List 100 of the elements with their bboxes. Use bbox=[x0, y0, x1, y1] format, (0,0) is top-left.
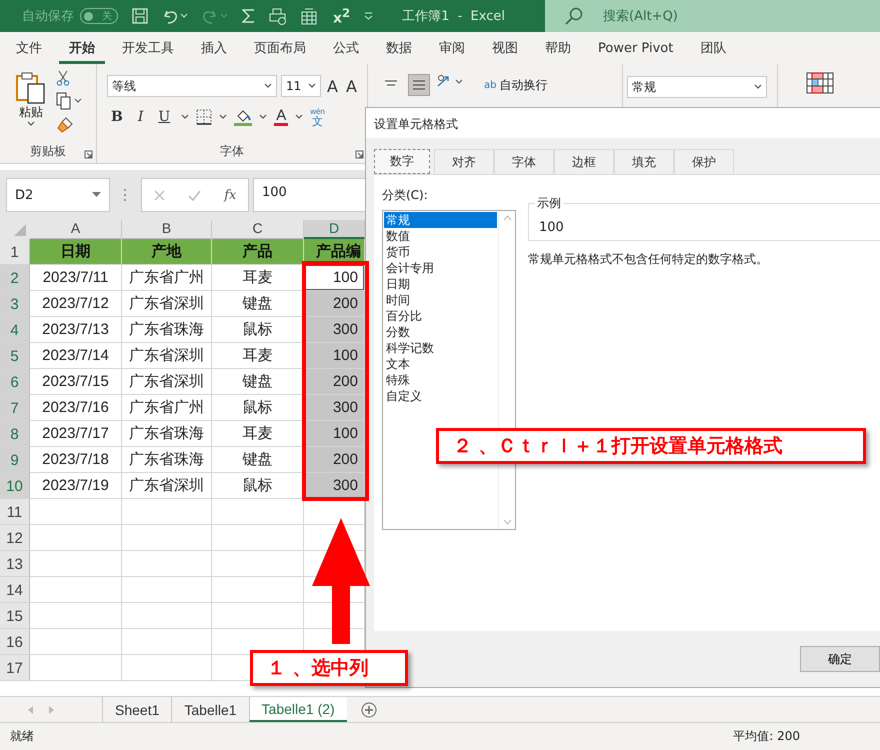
font-color-button[interactable]: A bbox=[274, 108, 288, 126]
category-item[interactable]: 分数 bbox=[384, 324, 497, 340]
column-header[interactable]: B bbox=[122, 220, 212, 239]
superscript-button[interactable]: x$^{2}$ bbox=[333, 6, 350, 26]
table-cell: 300 bbox=[304, 395, 365, 421]
dialog-tab[interactable]: 填充 bbox=[614, 149, 674, 174]
font-size-dropdown[interactable]: 11 bbox=[281, 75, 321, 97]
conditional-format-icon[interactable] bbox=[806, 72, 834, 94]
ribbon-tab[interactable]: 帮助 bbox=[535, 32, 581, 64]
row-header[interactable]: 7 bbox=[0, 395, 30, 421]
ribbon-tab[interactable]: 团队 bbox=[690, 32, 736, 64]
ribbon-tab[interactable]: 数据 bbox=[376, 32, 422, 64]
table-cell: 键盘 bbox=[212, 291, 304, 317]
bold-button[interactable]: B bbox=[107, 109, 127, 125]
table-grid-icon[interactable] bbox=[301, 8, 317, 24]
save-icon[interactable] bbox=[132, 8, 148, 24]
caret-icon bbox=[754, 84, 762, 90]
paintbrush-icon[interactable] bbox=[56, 116, 74, 134]
category-item[interactable]: 常规 bbox=[384, 212, 497, 228]
ribbon-tab[interactable]: Power Pivot bbox=[588, 32, 684, 64]
launcher-icon[interactable] bbox=[355, 150, 364, 159]
row-header[interactable]: 3 bbox=[0, 291, 30, 317]
dialog-tab[interactable]: 边框 bbox=[554, 149, 614, 174]
category-item[interactable]: 货币 bbox=[384, 244, 497, 260]
category-item[interactable]: 科学记数 bbox=[384, 340, 497, 356]
row-header[interactable]: 14 bbox=[0, 577, 30, 603]
align-middle-button[interactable] bbox=[408, 74, 430, 96]
enter-check-icon[interactable] bbox=[188, 190, 201, 200]
column-header[interactable]: D bbox=[304, 220, 365, 239]
sample-value: 100 bbox=[539, 220, 564, 235]
wrap-text-button[interactable]: ab 自动换行 bbox=[484, 74, 548, 96]
table-cell: 2023/7/15 bbox=[30, 369, 122, 395]
row-header[interactable]: 15 bbox=[0, 603, 30, 629]
row-header[interactable]: 8 bbox=[0, 421, 30, 447]
row-header[interactable]: 9 bbox=[0, 447, 30, 473]
customize-caret-icon[interactable] bbox=[364, 12, 374, 20]
name-box[interactable]: D2 bbox=[6, 178, 110, 212]
category-item[interactable]: 会计专用 bbox=[384, 260, 497, 276]
number-format-dropdown[interactable]: 常规 bbox=[627, 76, 767, 98]
ribbon-tab[interactable]: 文件 bbox=[6, 32, 52, 64]
row-header[interactable]: 13 bbox=[0, 551, 30, 577]
fill-color-icon[interactable] bbox=[234, 108, 252, 126]
add-sheet-icon[interactable] bbox=[360, 702, 377, 718]
category-item[interactable]: 时间 bbox=[384, 292, 497, 308]
caret-icon bbox=[295, 114, 304, 120]
ribbon-tab[interactable]: 插入 bbox=[191, 32, 237, 64]
row-header[interactable]: 16 bbox=[0, 629, 30, 655]
increase-font-button[interactable]: A bbox=[325, 76, 340, 96]
header-cell: 日期 bbox=[30, 239, 122, 265]
sheet-tab[interactable]: Tabelle1 (2) bbox=[248, 697, 347, 722]
font-name-dropdown[interactable]: 等线 bbox=[107, 75, 277, 97]
row-header[interactable]: 4 bbox=[0, 317, 30, 343]
ribbon-tab[interactable]: 视图 bbox=[482, 32, 528, 64]
table-cell: 200 bbox=[304, 447, 365, 473]
dialog-tab[interactable]: 数字 bbox=[374, 149, 430, 174]
italic-button[interactable]: I bbox=[134, 109, 148, 125]
decrease-font-button[interactable]: A bbox=[344, 76, 359, 96]
dialog-tab[interactable]: 对齐 bbox=[434, 149, 494, 174]
column-header[interactable]: C bbox=[212, 220, 304, 239]
category-item[interactable]: 日期 bbox=[384, 276, 497, 292]
category-item[interactable]: 文本 bbox=[384, 356, 497, 372]
row-header[interactable]: 1 bbox=[0, 239, 30, 265]
ok-button[interactable]: 确定 bbox=[800, 646, 880, 672]
table-cell: 300 bbox=[304, 317, 365, 343]
paste-button[interactable]: 粘贴 bbox=[16, 72, 46, 141]
dialog-tab[interactable]: 字体 bbox=[494, 149, 554, 174]
borders-icon[interactable] bbox=[196, 109, 212, 125]
category-item[interactable]: 数值 bbox=[384, 228, 497, 244]
ribbon-tab[interactable]: 审阅 bbox=[429, 32, 475, 64]
underline-button[interactable]: U bbox=[154, 109, 174, 125]
table-cell: 广东省珠海 bbox=[122, 447, 212, 473]
row-header[interactable]: 2 bbox=[0, 265, 30, 291]
dialog-tab[interactable]: 保护 bbox=[674, 149, 734, 174]
column-header[interactable]: A bbox=[30, 220, 122, 239]
row-header[interactable]: 6 bbox=[0, 369, 30, 395]
row-header[interactable]: 10 bbox=[0, 473, 30, 499]
window-title: 工作簿1 - Excel bbox=[402, 8, 505, 25]
ribbon-tab[interactable]: 公式 bbox=[323, 32, 369, 64]
phonetic-button[interactable]: wén 文 bbox=[310, 107, 325, 127]
undo-icon[interactable] bbox=[162, 8, 188, 24]
launcher-icon[interactable] bbox=[84, 150, 93, 159]
clipboard-icon bbox=[16, 72, 46, 104]
row-header[interactable]: 5 bbox=[0, 343, 30, 369]
callout-label: １ 、选中列 bbox=[250, 650, 408, 686]
printer-check-icon[interactable] bbox=[269, 8, 287, 24]
row-header[interactable]: 12 bbox=[0, 525, 30, 551]
caret-icon bbox=[219, 114, 228, 120]
category-item[interactable]: 特殊 bbox=[384, 372, 497, 388]
copy-icon[interactable] bbox=[56, 92, 82, 110]
row-header[interactable]: 11 bbox=[0, 499, 30, 525]
insert-function-button[interactable]: fx bbox=[224, 188, 236, 202]
sum-icon[interactable] bbox=[242, 8, 255, 24]
ribbon-tab[interactable]: 开发工具 bbox=[112, 32, 184, 64]
search-field[interactable]: 搜索(Alt+Q) bbox=[545, 0, 880, 32]
table-cell: 2023/7/13 bbox=[30, 317, 122, 343]
category-item[interactable]: 自定义 bbox=[384, 388, 497, 404]
ribbon-tab[interactable]: 页面布局 bbox=[244, 32, 316, 64]
scissors-icon[interactable] bbox=[56, 70, 70, 86]
category-item[interactable]: 百分比 bbox=[384, 308, 497, 324]
row-header[interactable]: 17 bbox=[0, 655, 30, 681]
